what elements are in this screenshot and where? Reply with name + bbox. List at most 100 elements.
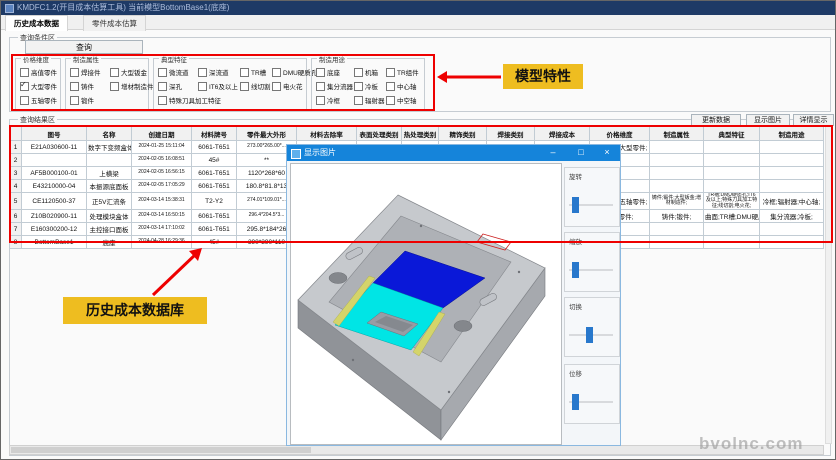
slider-track[interactable] — [569, 204, 613, 206]
checkbox-大型零件[interactable]: 大型零件 — [20, 81, 58, 91]
checkbox-电火花[interactable]: 电火花 — [272, 81, 308, 91]
checkbox-五轴零件[interactable]: 五轴零件 — [20, 95, 58, 105]
slider-track[interactable] — [569, 269, 613, 271]
unchecked-checkbox-icon[interactable] — [316, 82, 325, 91]
unchecked-checkbox-icon[interactable] — [158, 82, 167, 91]
unchecked-checkbox-icon[interactable] — [20, 68, 29, 77]
unchecked-checkbox-icon[interactable] — [20, 96, 29, 105]
checkbox-label: TR槽 — [251, 67, 266, 77]
column-header[interactable]: 热处理类别 — [402, 127, 439, 141]
unchecked-checkbox-icon[interactable] — [198, 82, 207, 91]
column-header[interactable]: 制造属性 — [650, 127, 704, 141]
checkbox-label: 大型零件 — [31, 81, 57, 91]
unchecked-checkbox-icon[interactable] — [110, 82, 119, 91]
query-button[interactable]: 查询 — [25, 40, 143, 54]
unchecked-checkbox-icon[interactable] — [386, 68, 395, 77]
close-icon[interactable]: × — [596, 145, 618, 161]
horizontal-scrollbar-thumb[interactable] — [11, 447, 311, 453]
column-header[interactable]: 价格维度 — [590, 127, 650, 141]
checkbox-深孔[interactable]: 深孔 — [158, 81, 198, 91]
table-cell — [760, 180, 824, 193]
unchecked-checkbox-icon[interactable] — [354, 96, 363, 105]
checkbox-TR组件[interactable]: TR组件 — [386, 67, 420, 77]
unchecked-checkbox-icon[interactable] — [240, 68, 249, 77]
table-cell: 2024-02-05 16:08:51 — [132, 154, 192, 167]
column-header[interactable]: 焊接成本 — [535, 127, 590, 141]
checkbox-辐射器[interactable]: 辐射器 — [354, 95, 386, 105]
checkbox-label: 辐射器 — [365, 95, 385, 105]
horizontal-scrollbar[interactable] — [9, 445, 824, 455]
checked-checkbox-icon[interactable] — [20, 82, 29, 91]
column-header[interactable]: 典型特征 — [704, 127, 760, 141]
checkbox-中心轴[interactable]: 中心轴 — [386, 81, 420, 91]
column-header[interactable]: 制造用途 — [760, 127, 824, 141]
checkbox-中空轴[interactable]: 中空轴 — [386, 95, 420, 105]
checkbox-底座[interactable]: 底座 — [316, 67, 354, 77]
unchecked-checkbox-icon[interactable] — [316, 96, 325, 105]
slider-track[interactable] — [569, 334, 613, 336]
table-cell — [650, 236, 704, 249]
unchecked-checkbox-icon[interactable] — [354, 68, 363, 77]
checkbox-铸件[interactable]: 铸件 — [70, 81, 110, 91]
checkbox-高值零件[interactable]: 高值零件 — [20, 67, 58, 77]
checkbox-冷板[interactable]: 冷板 — [354, 81, 386, 91]
unchecked-checkbox-icon[interactable] — [110, 68, 119, 77]
checkbox-label: 电火花 — [283, 81, 303, 91]
checkbox-IT6及以上[interactable]: IT6及以上 — [198, 81, 240, 91]
filter-group-3: 制造用途底座机箱TR组件集分流器冷板中心轴冷框辐射器中空轴 — [311, 58, 425, 111]
unchecked-checkbox-icon[interactable] — [386, 96, 395, 105]
slider-thumb[interactable] — [572, 394, 579, 410]
column-header[interactable]: 焊接类别 — [487, 127, 535, 141]
unchecked-checkbox-icon[interactable] — [70, 68, 79, 77]
unchecked-checkbox-icon[interactable] — [316, 68, 325, 77]
column-header[interactable]: 表面处理类别 — [357, 127, 402, 141]
slider-thumb[interactable] — [572, 197, 579, 213]
column-header[interactable]: 创建日期 — [132, 127, 192, 141]
vertical-scrollbar[interactable] — [825, 126, 832, 444]
slider-thumb[interactable] — [572, 262, 579, 278]
slider-thumb[interactable] — [586, 327, 593, 343]
unchecked-checkbox-icon[interactable] — [198, 68, 207, 77]
maximize-icon[interactable]: □ — [570, 145, 592, 161]
checkbox-深流道[interactable]: 深流道 — [198, 67, 240, 77]
unchecked-checkbox-icon[interactable] — [272, 82, 281, 91]
checkbox-集分流器[interactable]: 集分流器 — [316, 81, 354, 91]
update-data-button[interactable]: 更新数据 — [691, 114, 741, 126]
checkbox-大型钣金[interactable]: 大型钣金 — [110, 67, 150, 77]
column-header[interactable]: 零件最大外形 — [237, 127, 297, 141]
checkbox-增材制造件[interactable]: 增材制造件 — [110, 81, 150, 91]
checkbox-TR槽[interactable]: TR槽 — [240, 67, 272, 77]
checkbox-DMU硬质孔[interactable]: DMU硬质孔 — [272, 67, 308, 77]
column-header[interactable]: 图号 — [22, 127, 87, 141]
unchecked-checkbox-icon[interactable] — [240, 82, 249, 91]
tab-history-cost-data[interactable]: 历史成本数据 — [5, 15, 68, 31]
checkbox-微流道[interactable]: 微流道 — [158, 67, 198, 77]
column-header[interactable]: 材料牌号 — [192, 127, 237, 141]
checkbox-锻件[interactable]: 锻件 — [70, 95, 110, 105]
column-header[interactable]: 材料去除率 — [297, 127, 357, 141]
show-image-button[interactable]: 显示图片 — [746, 114, 790, 126]
detail-display-button[interactable]: 详情显示 — [793, 114, 834, 126]
checkbox-特殊刀具加工特征[interactable]: 特殊刀具加工特征 — [158, 95, 308, 105]
unchecked-checkbox-icon[interactable] — [158, 68, 167, 77]
unchecked-checkbox-icon[interactable] — [272, 68, 281, 77]
unchecked-checkbox-icon[interactable] — [386, 82, 395, 91]
slider-track[interactable] — [569, 401, 613, 403]
checkbox-线切割[interactable]: 线切割 — [240, 81, 272, 91]
column-header[interactable]: 名称 — [87, 127, 132, 141]
table-cell — [704, 180, 760, 193]
checkbox-焊接件[interactable]: 焊接件 — [70, 67, 110, 77]
unchecked-checkbox-icon[interactable] — [70, 96, 79, 105]
checkbox-冷框[interactable]: 冷框 — [316, 95, 354, 105]
tab-part-cost-estimate[interactable]: 零件成本估算 — [83, 15, 146, 31]
minimize-icon[interactable]: – — [542, 145, 564, 161]
unchecked-checkbox-icon[interactable] — [158, 96, 167, 105]
unchecked-checkbox-icon[interactable] — [354, 82, 363, 91]
table-cell: 2024-02-05 17:05:29 — [132, 180, 192, 193]
table-cell: 6061-T651 — [192, 223, 237, 236]
checkbox-机箱[interactable]: 机箱 — [354, 67, 386, 77]
column-header[interactable]: 精饰类别 — [439, 127, 487, 141]
popup-title-bar[interactable]: 显示图片 – □ × — [287, 145, 620, 161]
row-number: 2 — [10, 154, 22, 167]
unchecked-checkbox-icon[interactable] — [70, 82, 79, 91]
